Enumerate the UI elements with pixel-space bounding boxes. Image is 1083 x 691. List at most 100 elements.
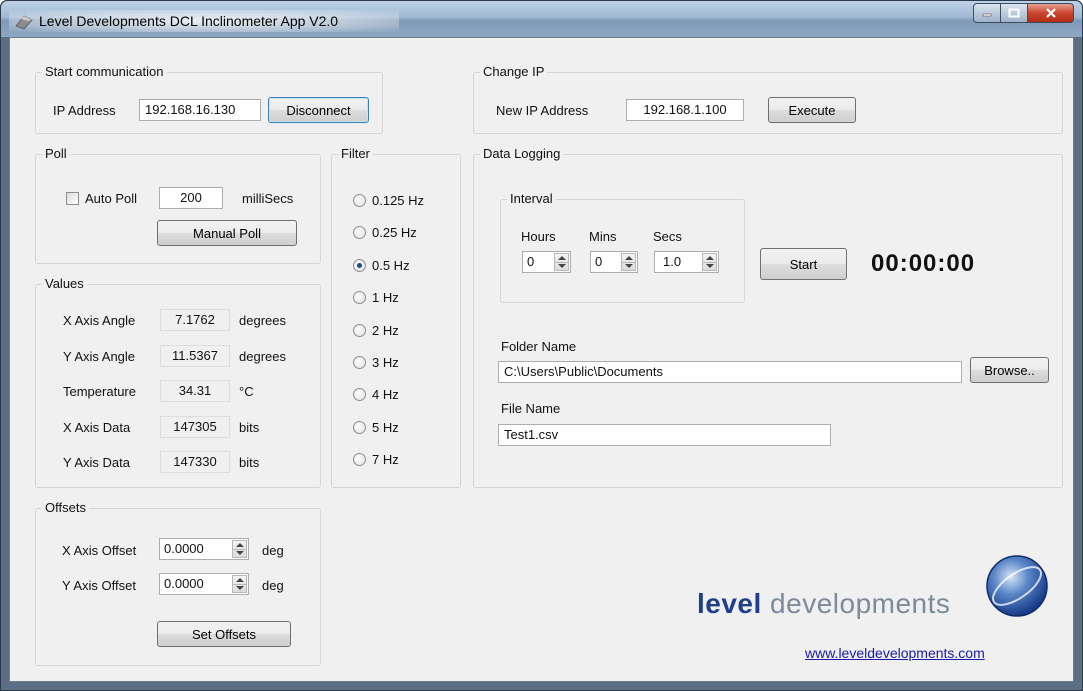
- y-axis-offset-unit: deg: [262, 578, 284, 593]
- group-legend: Values: [42, 276, 87, 291]
- group-legend: Data Logging: [480, 146, 564, 161]
- value-row-label: Y Axis Data: [63, 455, 130, 470]
- company-logo-icon: [986, 555, 1048, 617]
- value-row-unit: degrees: [239, 313, 286, 328]
- radio-button[interactable]: [353, 194, 366, 207]
- window-controls: [973, 3, 1074, 23]
- group-legend: Poll: [42, 146, 70, 161]
- logo-text-bold: level: [697, 588, 762, 619]
- group-legend: Change IP: [480, 64, 548, 79]
- set-offsets-button[interactable]: Set Offsets: [157, 621, 291, 647]
- filter-option-label: 1 Hz: [372, 290, 399, 306]
- auto-poll-checkbox[interactable]: Auto Poll: [66, 191, 137, 206]
- value-row-readout: 11.5367: [160, 344, 230, 367]
- new-ip-address-input[interactable]: 192.168.1.100: [626, 99, 744, 121]
- group-legend: Interval: [507, 191, 556, 206]
- browse-button[interactable]: Browse..: [970, 357, 1049, 383]
- company-logo-text: level developments: [697, 588, 950, 620]
- app-window: Level Developments DCL Inclinometer App …: [0, 0, 1083, 691]
- filter-option[interactable]: 0.5 Hz: [353, 258, 410, 273]
- filter-option[interactable]: 2 Hz: [353, 323, 399, 338]
- radio-button[interactable]: [353, 226, 366, 240]
- execute-button[interactable]: Execute: [768, 97, 856, 123]
- stepper-arrows[interactable]: [232, 575, 247, 593]
- radio-button[interactable]: [353, 258, 366, 272]
- radio-button[interactable]: [353, 420, 366, 434]
- value-row-label: X Axis Angle: [63, 313, 136, 328]
- stepper-arrows[interactable]: [702, 253, 717, 271]
- maximize-button[interactable]: [1001, 3, 1028, 23]
- stepper-arrows[interactable]: [554, 253, 569, 271]
- value-row-label: X Axis Data: [63, 419, 131, 435]
- stepper-value: 0.0000: [164, 576, 204, 591]
- x-axis-offset-unit: deg: [262, 543, 284, 558]
- value-row-readout: 147305: [160, 415, 230, 438]
- value-row-unit: °C: [239, 384, 254, 399]
- close-icon: [1045, 8, 1056, 18]
- filter-option-label: 0.5 Hz: [372, 257, 410, 273]
- minimize-button[interactable]: [973, 3, 1001, 23]
- filter-option[interactable]: 3 Hz: [353, 355, 399, 370]
- value-row-unit: bits: [239, 455, 260, 470]
- folder-name-input[interactable]: C:\Users\Public\Documents: [498, 361, 962, 383]
- logo-text-light: developments: [761, 588, 951, 619]
- filter-option-label: 0.25 Hz: [372, 225, 417, 241]
- hours-stepper[interactable]: 0: [522, 251, 571, 273]
- value-row-readout: 147330: [160, 451, 230, 473]
- ip-address-label: IP Address: [53, 103, 116, 118]
- stepper-value: 0: [527, 254, 535, 269]
- ip-address-input[interactable]: 192.168.16.130: [139, 99, 261, 121]
- filter-option[interactable]: 0.125 Hz: [353, 193, 424, 208]
- y-axis-offset-stepper[interactable]: 0.0000: [159, 573, 249, 595]
- new-ip-address-label: New IP Address: [496, 103, 589, 118]
- start-logging-button[interactable]: Start: [760, 248, 847, 280]
- filter-option-label: 7 Hz: [372, 452, 399, 468]
- stepper-value: 0.0000: [164, 541, 204, 556]
- filter-option-label: 5 Hz: [372, 419, 399, 435]
- filter-option[interactable]: 0.25 Hz: [353, 225, 417, 240]
- auto-poll-label: Auto Poll: [85, 191, 138, 206]
- mins-stepper[interactable]: 0: [590, 251, 638, 273]
- close-button[interactable]: [1028, 3, 1074, 23]
- radio-button[interactable]: [353, 453, 366, 467]
- y-axis-offset-label: Y Axis Offset: [62, 578, 136, 593]
- website-link[interactable]: www.leveldevelopments.com: [805, 645, 985, 661]
- secs-label: Secs: [653, 229, 682, 244]
- filter-option[interactable]: 1 Hz: [353, 290, 399, 305]
- manual-poll-button[interactable]: Manual Poll: [157, 220, 297, 246]
- filter-option[interactable]: 7 Hz: [353, 452, 399, 467]
- stepper-arrows[interactable]: [232, 540, 247, 558]
- value-row-unit: degrees: [239, 348, 286, 364]
- minimize-icon: [982, 13, 992, 17]
- value-row-label: Y Axis Angle: [63, 348, 136, 364]
- secs-stepper[interactable]: 1.0: [654, 251, 719, 273]
- value-row-readout: 7.1762: [160, 309, 230, 331]
- file-name-label: File Name: [501, 401, 561, 416]
- value-row-readout: 34.31: [160, 380, 230, 402]
- client-area: Start communication IP Address 192.168.1…: [9, 37, 1074, 682]
- stepper-arrows[interactable]: [621, 253, 636, 271]
- radio-button[interactable]: [353, 323, 366, 337]
- file-name-input[interactable]: Test1.csv: [498, 424, 831, 446]
- disconnect-button[interactable]: Disconnect: [268, 97, 369, 123]
- elapsed-timer: 00:00:00: [871, 250, 976, 277]
- filter-option[interactable]: 4 Hz: [353, 387, 399, 402]
- folder-name-label: Folder Name: [501, 339, 577, 354]
- x-axis-offset-stepper[interactable]: 0.0000: [159, 538, 249, 560]
- radio-button[interactable]: [353, 388, 366, 402]
- filter-option-label: 0.125 Hz: [372, 193, 425, 208]
- filter-option[interactable]: 5 Hz: [353, 420, 399, 435]
- window-title: Level Developments DCL Inclinometer App …: [39, 13, 339, 29]
- title-bar[interactable]: Level Developments DCL Inclinometer App …: [1, 1, 1082, 37]
- filter-option-label: 4 Hz: [372, 387, 399, 403]
- poll-group: Poll: [35, 146, 321, 264]
- poll-interval-input[interactable]: 200: [159, 187, 223, 209]
- group-legend: Offsets: [42, 500, 89, 515]
- stepper-value: 1.0: [663, 254, 682, 269]
- radio-button[interactable]: [353, 291, 366, 305]
- poll-interval-unit: milliSecs: [242, 191, 294, 206]
- stepper-value: 0: [595, 254, 603, 269]
- checkbox-box[interactable]: [66, 192, 79, 205]
- group-legend: Filter: [338, 146, 373, 161]
- radio-button[interactable]: [353, 356, 366, 369]
